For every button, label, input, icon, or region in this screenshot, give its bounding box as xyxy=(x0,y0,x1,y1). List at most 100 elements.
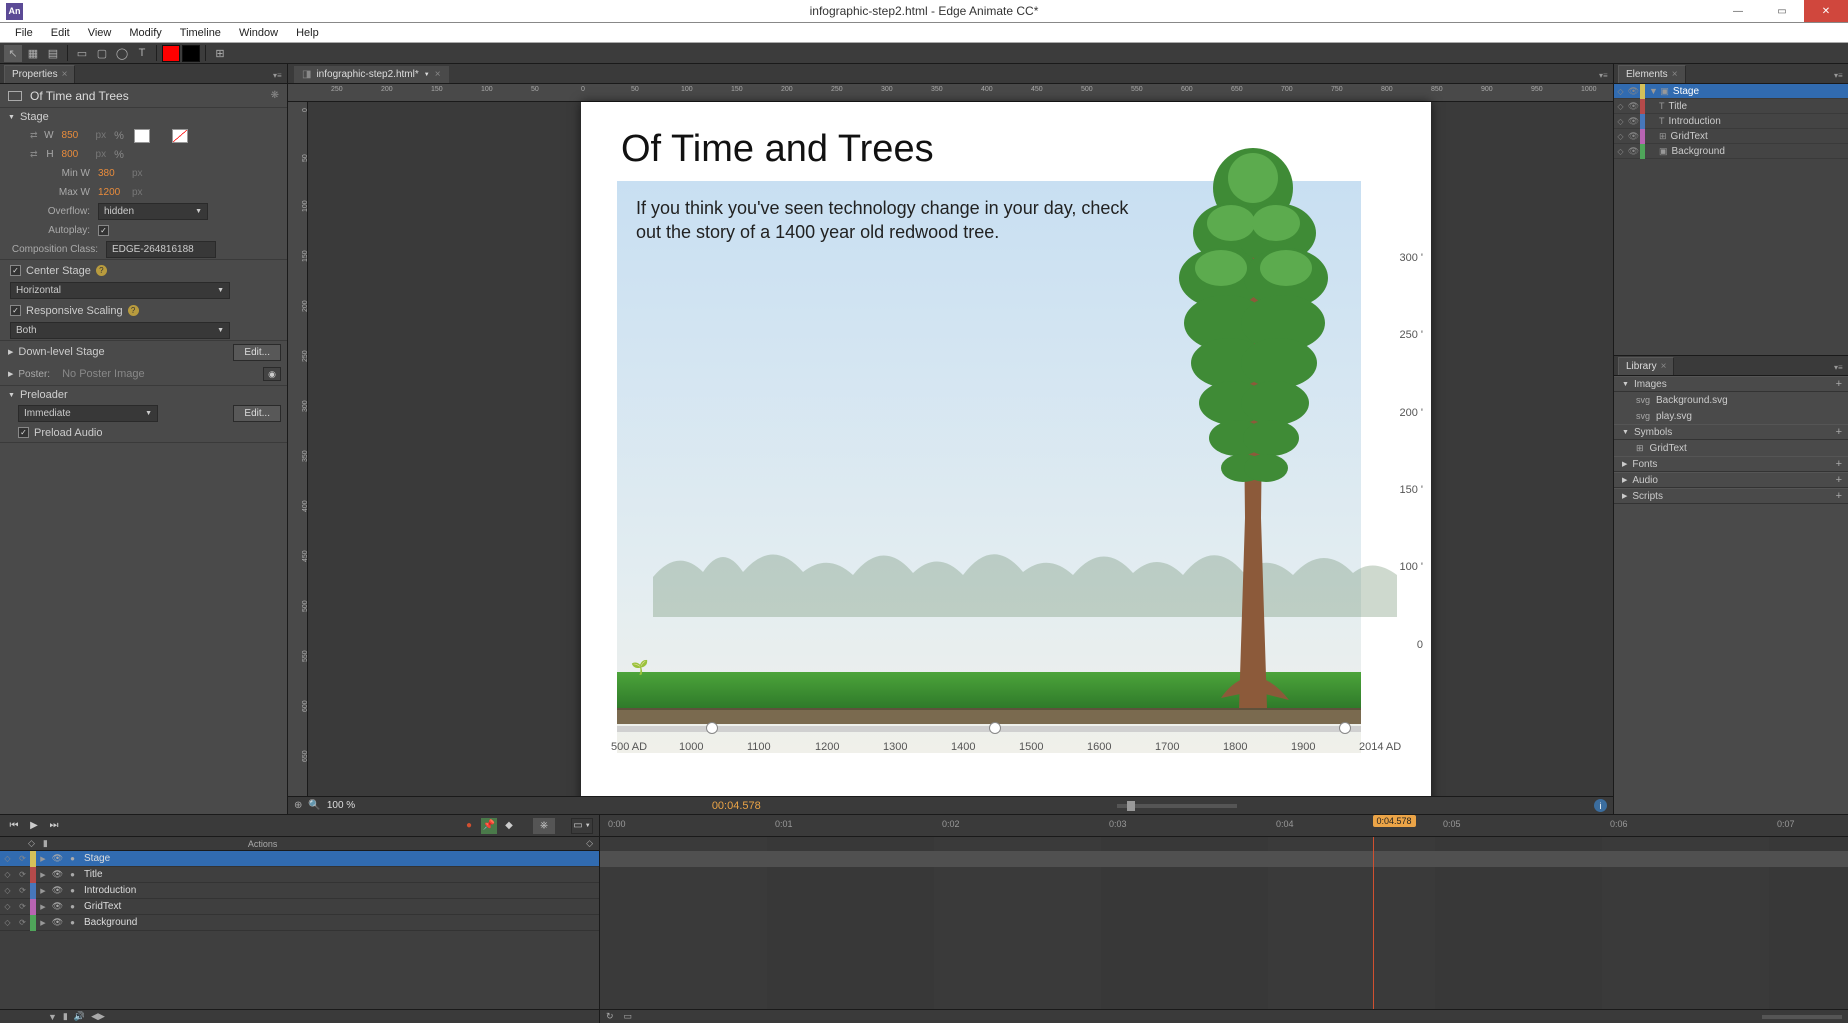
minimize-button[interactable]: — xyxy=(1716,0,1760,22)
help-icon[interactable]: ? xyxy=(96,265,107,276)
timeline-track[interactable]: ◇⟳▶👁●Background xyxy=(0,915,599,931)
playhead-line[interactable] xyxy=(1373,837,1374,1009)
overflow-dropdown[interactable]: hidden▼ xyxy=(98,203,208,220)
timeline-tracks-view[interactable] xyxy=(600,837,1848,1009)
select-tool[interactable]: ↖ xyxy=(4,45,22,62)
timeline-track[interactable]: ◇⟳▶👁●Title xyxy=(0,867,599,883)
maximize-button[interactable]: ▭ xyxy=(1760,0,1804,22)
time-display: 00:04.578 xyxy=(712,800,761,812)
percent-icon[interactable]: % xyxy=(114,130,126,142)
stage-intro-text[interactable]: If you think you've seen technology chan… xyxy=(636,196,1156,245)
timeline-track[interactable]: ◇⟳▶👁●Introduction xyxy=(0,883,599,899)
timeline-keyframe-button[interactable]: ◆ xyxy=(501,818,517,834)
time-ruler[interactable]: 0:000:010:020:030:040:050:060:070:04.578 xyxy=(600,815,1848,837)
fill-swatch[interactable] xyxy=(162,45,180,62)
menu-file[interactable]: File xyxy=(6,24,42,42)
fit-icon[interactable]: ⊕ xyxy=(294,800,302,811)
close-tab-icon[interactable]: × xyxy=(435,69,441,80)
timeline-track[interactable]: ◇⟳▶👁●Stage xyxy=(0,851,599,867)
css-icon[interactable]: ❋ xyxy=(271,90,279,101)
transform-tool[interactable]: ▦ xyxy=(24,45,42,62)
autoplay-checkbox[interactable]: ✓ xyxy=(98,225,109,236)
preload-audio-checkbox[interactable]: ✓ xyxy=(18,427,29,438)
zoom-icon[interactable]: 🔍 xyxy=(308,800,320,811)
timeline-mode-icon[interactable]: ▭ xyxy=(624,1011,633,1022)
elements-tab[interactable]: Elements× xyxy=(1618,65,1686,83)
chevron-down-icon[interactable]: ▼ xyxy=(8,114,15,121)
timeline-zoom-slider[interactable] xyxy=(1762,1015,1842,1019)
filter-icon[interactable]: ▮ xyxy=(63,1011,68,1022)
roundrect-tool[interactable]: ▢ xyxy=(93,45,111,62)
element-row[interactable]: ◇👁▼ ▣Stage xyxy=(1614,84,1848,99)
center-stage-dropdown[interactable]: Horizontal▼ xyxy=(10,282,230,299)
timeline-record-button[interactable]: ● xyxy=(461,818,477,834)
zoom-slider[interactable] xyxy=(1117,804,1237,808)
clip-tool[interactable]: ▤ xyxy=(44,45,62,62)
menu-modify[interactable]: Modify xyxy=(120,24,170,42)
timeline-options-button[interactable]: ▭▼ xyxy=(571,818,593,834)
no-fill-swatch[interactable] xyxy=(172,129,188,143)
timeline-track[interactable]: ◇⟳▶👁●GridText xyxy=(0,899,599,915)
add-image-icon[interactable]: + xyxy=(1836,378,1842,390)
stage-title-text[interactable]: Of Time and Trees xyxy=(621,128,934,171)
keyframe-nav-icon[interactable]: ◀▶ xyxy=(91,1011,105,1022)
menu-edit[interactable]: Edit xyxy=(42,24,79,42)
audio-icon[interactable]: 🔊 xyxy=(74,1011,85,1022)
responsive-checkbox[interactable]: ✓ xyxy=(10,305,21,316)
timeline-end-button[interactable]: ⏭ xyxy=(46,818,62,834)
center-stage-checkbox[interactable]: ✓ xyxy=(10,265,21,276)
artboard-slider[interactable] xyxy=(617,726,1361,732)
menu-timeline[interactable]: Timeline xyxy=(171,24,230,42)
edit-preloader-button[interactable]: Edit... xyxy=(233,405,281,422)
edit-downlevel-button[interactable]: Edit... xyxy=(233,344,281,361)
element-row[interactable]: ◇👁⊞GridText xyxy=(1614,129,1848,144)
document-tab[interactable]: ◨ infographic-step2.html* ▼ × xyxy=(294,66,449,83)
playhead-label[interactable]: 0:04.578 xyxy=(1373,815,1416,827)
library-item[interactable]: ⊞GridText xyxy=(1614,440,1848,456)
text-tool[interactable]: T xyxy=(133,45,151,62)
layout-tool[interactable]: ⊞ xyxy=(211,45,229,62)
library-item[interactable]: svgBackground.svg xyxy=(1614,392,1848,408)
link-icon[interactable]: ⇄ xyxy=(30,130,38,141)
timeline-pin-button[interactable]: 📌 xyxy=(481,818,497,834)
camera-icon[interactable]: ◉ xyxy=(263,367,281,381)
artboard[interactable]: 🌱 xyxy=(581,102,1431,796)
maxw-input[interactable]: 1200 xyxy=(98,187,132,198)
help-icon[interactable]: ? xyxy=(128,305,139,316)
element-row[interactable]: ◇👁TIntroduction xyxy=(1614,114,1848,129)
close-button[interactable]: ✕ xyxy=(1804,0,1848,22)
height-input[interactable]: 800 xyxy=(62,149,96,160)
add-symbol-icon[interactable]: + xyxy=(1836,426,1842,438)
responsive-dropdown[interactable]: Both▼ xyxy=(10,322,230,339)
ellipse-tool[interactable]: ◯ xyxy=(113,45,131,62)
soil-graphic xyxy=(617,708,1361,724)
loop-icon[interactable]: ↻ xyxy=(606,1011,614,1022)
timeline-easing-button[interactable]: ⎈ xyxy=(533,818,555,834)
library-tab[interactable]: Library× xyxy=(1618,357,1674,375)
zoom-value[interactable]: 100 % xyxy=(327,800,355,811)
stroke-swatch[interactable] xyxy=(182,45,200,62)
minw-input[interactable]: 380 xyxy=(98,168,132,179)
info-icon[interactable]: i xyxy=(1594,799,1607,812)
timeline-start-button[interactable]: ⏮ xyxy=(6,818,22,834)
menu-view[interactable]: View xyxy=(79,24,121,42)
library-item[interactable]: svgplay.svg xyxy=(1614,408,1848,424)
bg-color-swatch[interactable] xyxy=(134,129,150,143)
panel-menu-icon[interactable]: ▾≡ xyxy=(1828,360,1848,375)
element-row[interactable]: ◇👁▣Background xyxy=(1614,144,1848,159)
width-input[interactable]: 850 xyxy=(62,130,96,141)
properties-tab[interactable]: Properties× xyxy=(4,65,75,83)
track-chevron-icon[interactable]: ▼ xyxy=(48,1012,57,1022)
menu-help[interactable]: Help xyxy=(287,24,328,42)
canvas-menu-icon[interactable]: ▾≡ xyxy=(1593,68,1613,83)
element-row[interactable]: ◇👁TTitle xyxy=(1614,99,1848,114)
close-icon[interactable]: × xyxy=(62,69,68,80)
rect-tool[interactable]: ▭ xyxy=(73,45,91,62)
timeline-play-button[interactable]: ▶ xyxy=(26,818,42,834)
preloader-dropdown[interactable]: Immediate▼ xyxy=(18,405,158,422)
composition-class-input[interactable] xyxy=(106,241,216,258)
menu-window[interactable]: Window xyxy=(230,24,287,42)
panel-menu-icon[interactable]: ▾≡ xyxy=(267,68,287,83)
stage-view[interactable]: 🌱 xyxy=(308,102,1613,796)
panel-menu-icon[interactable]: ▾≡ xyxy=(1828,68,1848,83)
